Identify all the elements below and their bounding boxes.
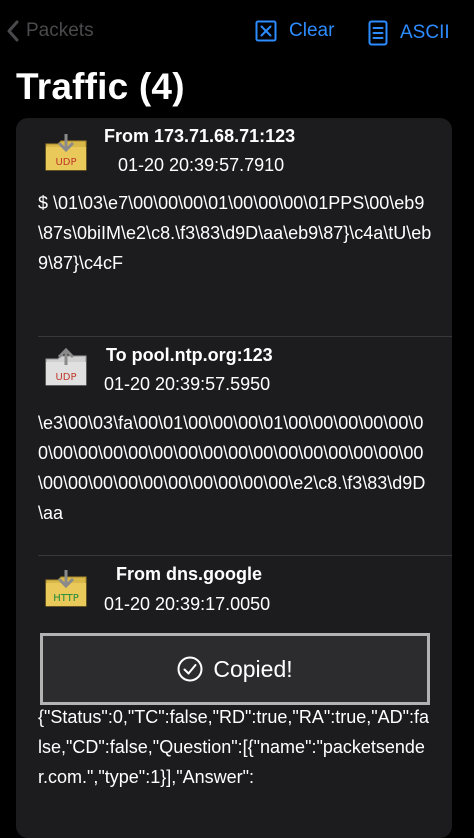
back-button[interactable]: Packets	[6, 20, 94, 42]
http-icon-label: HTTP	[53, 593, 79, 604]
back-button-label: Packets	[26, 20, 94, 41]
packet-row[interactable]: UDP From 173.71.68.71:123 01-20 20:39:57…	[38, 118, 432, 336]
clear-x-icon	[255, 20, 277, 42]
http-download-icon: HTTP	[44, 568, 88, 612]
copied-toast: Copied!	[40, 633, 430, 705]
chevron-left-icon	[7, 20, 19, 42]
ascii-button[interactable]: ASCII	[368, 20, 450, 46]
navigation-bar: Packets Clear ASCII	[0, 0, 474, 64]
page-title: Traffic (4)	[16, 66, 185, 107]
packet-header: From dns.google	[116, 564, 262, 584]
document-icon	[368, 20, 388, 46]
packet-row[interactable]: UDP To pool.ntp.org:123 01-20 20:39:57.5…	[38, 337, 432, 555]
packet-timestamp: 01-20 20:39:57.7910	[118, 155, 285, 175]
checkmark-circle-icon	[177, 656, 203, 682]
udp-download-icon: UDP	[44, 132, 88, 176]
packet-list: UDP From 173.71.68.71:123 01-20 20:39:57…	[16, 118, 452, 838]
packet-data: \e3\00\03\fa\00\01\00\00\00\01\00\00\00\…	[38, 413, 426, 523]
copied-toast-label: Copied!	[213, 655, 293, 682]
udp-upload-icon: UDP	[44, 347, 88, 391]
packet-timestamp: 01-20 20:39:17.0050	[104, 594, 271, 614]
ascii-button-label: ASCII	[400, 22, 450, 43]
packet-data: {"Status":0,"TC":false,"RD":true,"RA":tr…	[38, 707, 430, 787]
udp-icon-label: UDP	[55, 372, 76, 383]
packet-header: From 173.71.68.71:123	[104, 126, 296, 146]
packet-data: $ \01\03\e7\00\00\00\01\00\00\00\01PPS\0…	[38, 193, 432, 273]
clear-button[interactable]: Clear	[255, 20, 334, 42]
packet-header: To pool.ntp.org:123	[106, 345, 273, 365]
udp-icon-label: UDP	[55, 157, 76, 168]
clear-button-label: Clear	[289, 20, 335, 41]
packet-timestamp: 01-20 20:39:57.5950	[104, 374, 271, 394]
